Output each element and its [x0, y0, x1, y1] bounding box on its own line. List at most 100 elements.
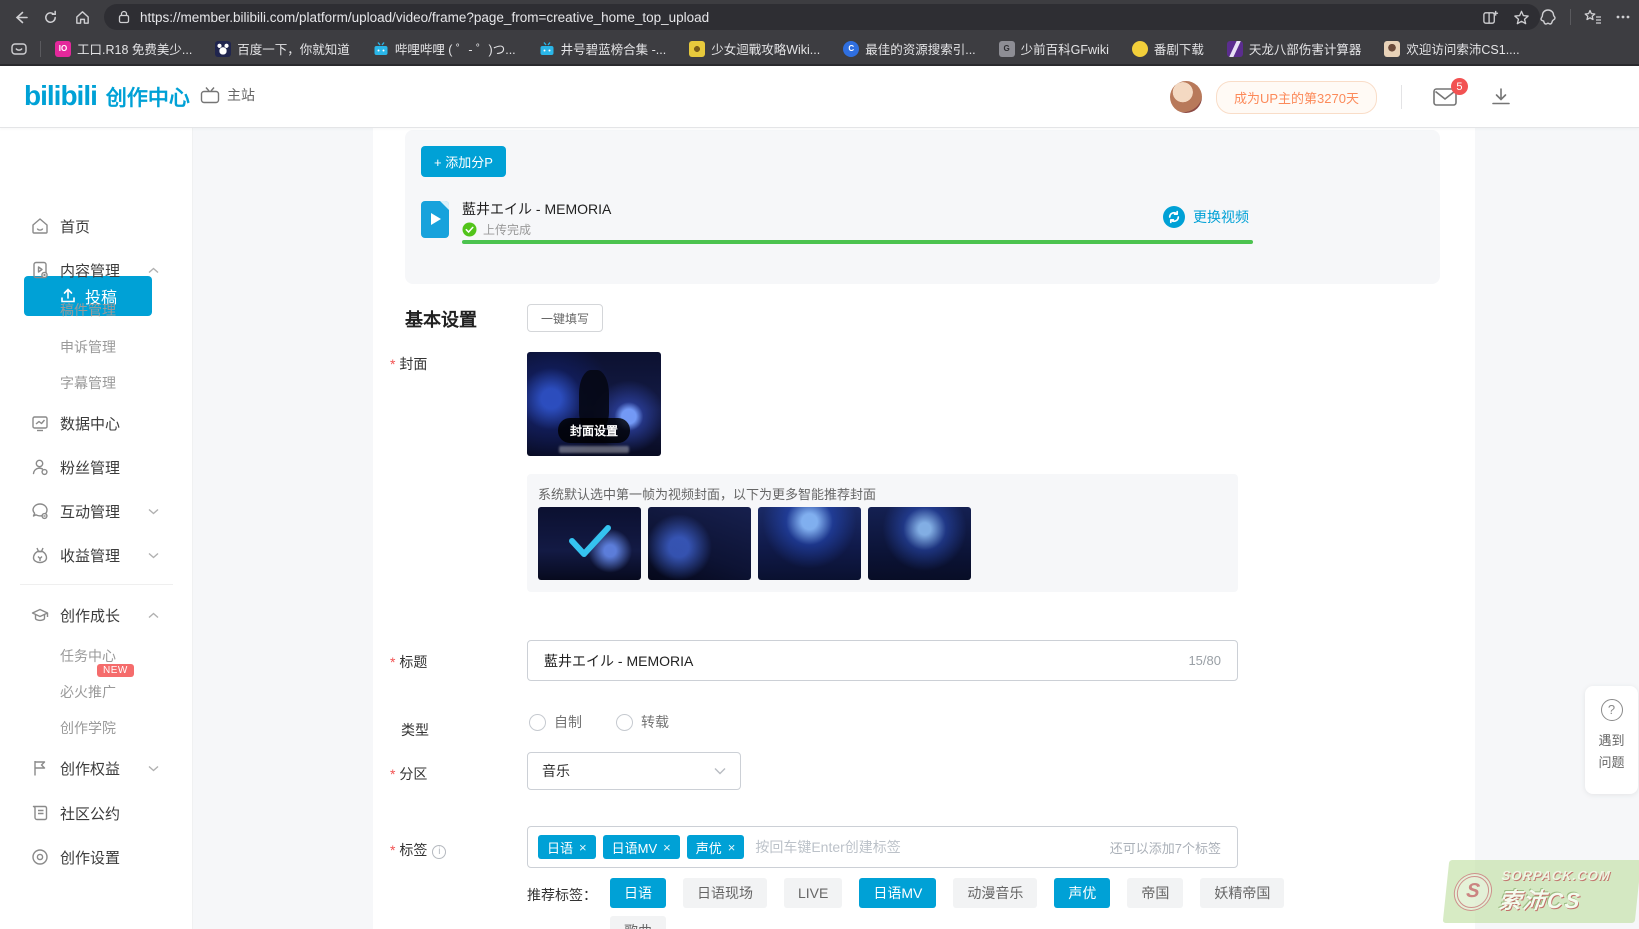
bookmark-label: 工口.R18 免费美少...	[77, 39, 192, 58]
sidebar-item-subtitles[interactable]: 字幕管理	[0, 367, 193, 399]
suggested-chip[interactable]: 日语MV	[859, 878, 936, 908]
recommended-covers-hint: 系统默认选中第一帧为视频封面，以下为更多智能推荐封面	[538, 484, 876, 503]
bookmark-item[interactable]: 欢迎访问索沛CS1....	[1384, 39, 1519, 58]
favorite-star-icon[interactable]	[1513, 9, 1530, 26]
browser-essentials-icon[interactable]	[1539, 8, 1557, 26]
category-field-label: 分区	[390, 764, 427, 784]
bookmark-item[interactable]: 百度一下，你就知道	[215, 39, 350, 58]
bilibili-logo[interactable]: bilibili 创作中心	[24, 80, 190, 112]
question-mark-icon: ?	[1601, 699, 1623, 721]
bookmarks-bar: IO 工口.R18 免费美少... 百度一下，你就知道 哔哩哔哩 ( ゜- ゜)…	[0, 33, 1639, 66]
suggested-chip[interactable]: 妖精帝国	[1200, 878, 1284, 908]
settings-more-icon[interactable]	[1615, 9, 1631, 25]
sidebar-item-interaction-manage[interactable]: 互动管理	[0, 495, 193, 527]
sidebar-item-manuscripts[interactable]: 稿件管理	[0, 294, 193, 326]
main-site-link[interactable]: 主站	[200, 85, 255, 105]
download-button[interactable]	[1490, 86, 1512, 108]
swap-circle-icon	[1163, 206, 1185, 228]
toolbar-divider	[1570, 9, 1571, 25]
sidebar-item-data-center[interactable]: 数据中心	[0, 407, 193, 439]
title-input[interactable]	[544, 653, 1176, 669]
back-button[interactable]	[8, 5, 32, 29]
suggested-chip[interactable]: 帝国	[1127, 878, 1183, 908]
radio-self-made[interactable]: 自制	[529, 712, 582, 732]
search-engine-favicon: C	[843, 41, 859, 57]
refresh-button[interactable]	[38, 5, 62, 29]
tag-remove-icon[interactable]: ×	[663, 840, 671, 855]
tag-label: 日语	[547, 838, 573, 857]
recommended-covers-box: 系统默认选中第一帧为视频封面，以下为更多智能推荐封面	[527, 474, 1238, 592]
settings-target-icon	[30, 847, 50, 867]
cover-thumbnail[interactable]	[758, 507, 861, 580]
sidebar-item-label: 数据中心	[60, 413, 120, 434]
split-screen-icon[interactable]	[1482, 9, 1499, 26]
sidebar-item-promotion[interactable]: 必火推广	[0, 676, 193, 708]
gfwiki-favicon: G	[999, 41, 1015, 57]
sidebar-item-home[interactable]: 首页	[0, 210, 193, 242]
sidebar-item-label: 社区公约	[60, 803, 120, 824]
sidebar-item-creator-academy[interactable]: 创作学院	[0, 712, 193, 744]
replace-video-button[interactable]: 更换视频	[1163, 206, 1249, 228]
bookmark-item[interactable]: 井号碧蓝榜合集 -...	[539, 39, 667, 58]
replace-video-label: 更换视频	[1193, 207, 1249, 227]
flag-icon	[30, 758, 50, 778]
bookmark-item[interactable]: C 最佳的资源搜索引...	[843, 39, 975, 58]
watermark: S SORPACK.COM 索沛CS	[1443, 860, 1639, 923]
cover-settings-overlay[interactable]: 封面设置	[558, 418, 630, 443]
sidebar-item-label: 稿件管理	[60, 300, 116, 320]
avatar[interactable]	[1170, 81, 1202, 113]
bookmark-item[interactable]: 番剧下载	[1132, 39, 1204, 58]
category-select[interactable]: 音乐	[527, 752, 741, 790]
help-text-line1: 遇到	[1598, 731, 1624, 751]
sidebar-toggle-button[interactable]	[10, 40, 28, 58]
wiki-favicon	[689, 41, 705, 57]
face-favicon	[1384, 41, 1400, 57]
cover-thumbnail[interactable]	[648, 507, 751, 580]
header-divider	[1401, 85, 1402, 109]
sidebar-item-appeals[interactable]: 申诉管理	[0, 331, 193, 363]
bookmark-item[interactable]: G 少前百科GFwiki	[999, 39, 1109, 58]
address-bar[interactable]: https://member.bilibili.com/platform/upl…	[104, 4, 1540, 30]
suggested-chip[interactable]: 动漫音乐	[953, 878, 1037, 908]
bookmark-item[interactable]: 天龙八部伤害计算器	[1227, 39, 1362, 58]
sidebar-item-fans-manage[interactable]: 粉丝管理	[0, 451, 193, 483]
suggested-chip[interactable]: LIVE	[784, 878, 842, 908]
up-days-badge[interactable]: 成为UP主的第3270天	[1216, 81, 1377, 114]
info-icon: i	[432, 845, 446, 859]
tag-remove-icon[interactable]: ×	[728, 840, 736, 855]
suggested-chip[interactable]: 日语	[610, 878, 666, 908]
sidebar-item-community-rules[interactable]: 社区公约	[0, 797, 193, 829]
tags-input-box[interactable]: 日语× 日语MV× 声优× 按回车键Enter创建标签 还可以添加7个标签	[527, 826, 1238, 868]
sidebar-item-label: 内容管理	[60, 260, 120, 281]
download-icon	[1490, 86, 1512, 108]
sidebar-item-content-manage[interactable]: 内容管理	[0, 254, 193, 286]
cover-thumbnail[interactable]	[978, 507, 1081, 580]
calculator-favicon	[1227, 41, 1243, 57]
suggested-chip[interactable]: 日语现场	[683, 878, 767, 908]
sidebar-item-revenue-manage[interactable]: 收益管理	[0, 539, 193, 571]
cover-thumbnail-selected[interactable]	[538, 507, 641, 580]
bookmark-item[interactable]: 哔哩哔哩 ( ゜- ゜)つ...	[373, 39, 516, 58]
add-part-button[interactable]: + 添加分P	[421, 146, 506, 177]
help-widget[interactable]: ? 遇到 问题	[1585, 686, 1638, 794]
cover-preview[interactable]: 封面设置	[527, 352, 661, 456]
tag-remove-icon[interactable]: ×	[579, 840, 587, 855]
sidebar-item-creator-settings[interactable]: 创作设置	[0, 841, 193, 873]
radio-repost[interactable]: 转载	[616, 712, 669, 732]
favorites-list-icon[interactable]	[1584, 8, 1602, 26]
sidebar-item-creator-rights[interactable]: 创作权益	[0, 752, 193, 784]
bookmark-label: 最佳的资源搜索引...	[865, 39, 975, 58]
suggested-chip[interactable]: 声优	[1054, 878, 1110, 908]
cover-thumbnail[interactable]	[868, 507, 971, 580]
suggested-chip-partial[interactable]: 歌曲	[610, 916, 666, 929]
tags-placeholder: 按回车键Enter创建标签	[755, 837, 900, 857]
baidu-paw-favicon	[215, 41, 231, 57]
sidebar-item-label: 字幕管理	[60, 373, 116, 393]
unread-count-badge: 5	[1451, 78, 1468, 95]
sidebar-item-creator-growth[interactable]: 创作成长	[0, 599, 193, 631]
bookmark-item[interactable]: IO 工口.R18 免费美少...	[55, 39, 192, 58]
home-button[interactable]	[70, 5, 94, 29]
bookmark-item[interactable]: 少女迴戰攻略Wiki...	[689, 39, 820, 58]
messages-button[interactable]: 5	[1432, 86, 1458, 108]
one-click-fill-button[interactable]: 一键填写	[527, 304, 603, 332]
